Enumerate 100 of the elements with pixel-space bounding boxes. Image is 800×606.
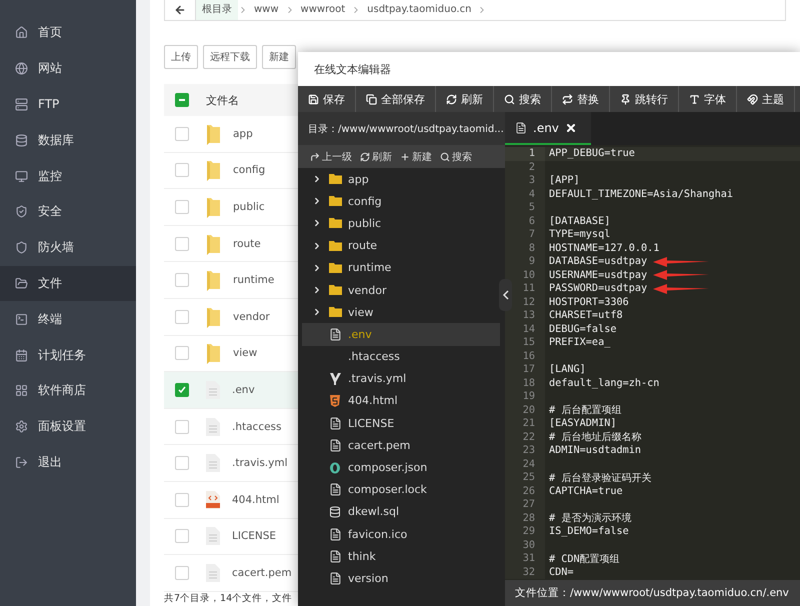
document-icon	[206, 564, 220, 582]
row-checkbox[interactable]	[175, 529, 189, 544]
action-button[interactable]: 上传	[164, 45, 198, 69]
action-button[interactable]: 远程下载	[203, 45, 257, 69]
file-name[interactable]: public	[233, 200, 265, 213]
tree-item[interactable]: app	[302, 168, 500, 190]
file-name[interactable]: runtime	[233, 274, 274, 286]
sidebar-item[interactable]: 软件商店	[0, 372, 136, 409]
line-number: 24	[505, 458, 545, 471]
magnet-icon	[747, 94, 758, 104]
row-checkbox[interactable]	[175, 163, 189, 178]
folder-icon	[328, 196, 342, 206]
close-icon[interactable]	[564, 122, 577, 134]
breadcrumb-link[interactable]: www	[248, 0, 285, 20]
breadcrumb-link[interactable]: wwwroot	[294, 0, 352, 20]
sidebar-item[interactable]: FTP	[0, 86, 136, 122]
folder-icon	[206, 159, 221, 182]
tree-item[interactable]: .travis.yml	[302, 368, 500, 390]
sidebar-item[interactable]: 网站	[0, 50, 136, 87]
line-number: 20	[505, 404, 545, 417]
document-icon	[515, 122, 527, 134]
line-number: 7	[505, 228, 545, 242]
sidebar-item[interactable]: 首页	[0, 15, 136, 51]
row-checkbox[interactable]	[175, 420, 189, 434]
document-icon	[206, 418, 220, 436]
sidebar-item[interactable]: 退出	[0, 444, 136, 480]
tree-item[interactable]: composer.json	[302, 456, 500, 479]
tree-item[interactable]: LICENSE	[302, 412, 500, 434]
tree-item[interactable]: think	[302, 545, 500, 568]
sidebar-item[interactable]: 计划任务	[0, 337, 136, 373]
select-all-checkbox[interactable]	[175, 93, 189, 107]
tree-item[interactable]: favicon.ico	[302, 523, 500, 546]
tree-tool-button[interactable]: 上一级	[310, 150, 352, 164]
tree-item[interactable]: public	[302, 212, 500, 235]
tree-item[interactable]: vendor	[302, 278, 500, 302]
folder-icon	[206, 342, 221, 364]
chevron-icon	[312, 196, 322, 206]
tree-item[interactable]: dkewl.sql	[302, 500, 500, 523]
row-checkbox[interactable]	[175, 382, 189, 397]
line-number: 28	[505, 512, 545, 525]
code-line: [LANG]	[548, 364, 586, 376]
sidebar-item[interactable]: 防火墙	[0, 230, 136, 266]
file-tab[interactable]: .env	[505, 112, 591, 145]
tree-tool-button[interactable]: 搜索	[440, 150, 472, 164]
tree-item[interactable]: config	[302, 190, 500, 212]
file-name[interactable]: view	[233, 347, 258, 360]
sidebar-item[interactable]: 监控	[0, 158, 136, 194]
file-name[interactable]: .htaccess	[232, 420, 282, 433]
sidebar-item[interactable]: 文件	[0, 266, 136, 302]
tree-item[interactable]: 404.html	[302, 390, 500, 412]
row-checkbox[interactable]	[175, 310, 189, 324]
tree-item[interactable]: .htaccess	[302, 346, 500, 368]
row-checkbox[interactable]	[175, 273, 189, 288]
tree-item[interactable]: version	[302, 567, 500, 590]
row-checkbox[interactable]	[175, 492, 189, 507]
tree-item[interactable]: view	[302, 301, 500, 324]
row-checkbox[interactable]	[175, 566, 189, 580]
line-number: 14	[505, 322, 545, 336]
tree-item[interactable]: .env	[302, 323, 500, 346]
document-icon	[328, 528, 342, 541]
folder-icon	[15, 276, 28, 290]
row-checkbox[interactable]	[175, 346, 189, 360]
file-name[interactable]: route	[233, 238, 261, 250]
tree-item[interactable]: route	[302, 234, 500, 257]
copy-icon	[366, 94, 377, 104]
database-icon	[15, 134, 28, 147]
folder-icon	[328, 218, 342, 228]
tree-tool-button[interactable]: 刷新	[360, 150, 392, 164]
row-checkbox[interactable]	[175, 456, 189, 470]
file-name[interactable]: .env	[232, 384, 255, 396]
shield-icon	[15, 241, 28, 254]
code-line: default_lang=zh-cn	[548, 378, 660, 389]
tree-tool-button[interactable]: 新建	[400, 150, 432, 164]
file-name[interactable]: 404.html	[232, 494, 280, 506]
tree-item[interactable]: cacert.pem	[302, 434, 500, 456]
home-icon	[15, 26, 28, 40]
sidebar-item[interactable]: 安全	[0, 194, 136, 230]
sidebar-item[interactable]: 数据库	[0, 122, 136, 158]
sidebar-label: 软件商店	[38, 382, 86, 400]
row-checkbox[interactable]	[175, 236, 189, 251]
file-name[interactable]: vendor	[233, 310, 270, 323]
breadcrumb-link[interactable]: 根目录	[196, 0, 238, 20]
code-line: PASSWORD=usdtpay	[548, 283, 648, 294]
folder-icon	[328, 285, 342, 296]
file-name[interactable]: config	[233, 164, 266, 176]
action-button[interactable]: 新建	[262, 45, 296, 69]
file-name[interactable]: cacert.pem	[232, 566, 292, 579]
breadcrumb-link[interactable]: usdtpay.taomiduo.cn	[361, 0, 478, 20]
row-checkbox[interactable]	[175, 126, 189, 141]
file-name[interactable]: .travis.yml	[232, 457, 288, 470]
row-checkbox[interactable]	[175, 200, 189, 214]
file-name[interactable]: app	[233, 128, 253, 140]
tree-item[interactable]: composer.lock	[302, 478, 500, 501]
sidebar-item[interactable]: 面板设置	[0, 408, 136, 445]
sidebar-item[interactable]: 终端	[0, 301, 136, 338]
chevron-icon	[312, 174, 322, 184]
tree-item[interactable]: runtime	[302, 256, 500, 279]
chevron-icon	[312, 218, 322, 228]
collapse-handle[interactable]	[499, 279, 512, 311]
file-name[interactable]: LICENSE	[232, 530, 276, 542]
